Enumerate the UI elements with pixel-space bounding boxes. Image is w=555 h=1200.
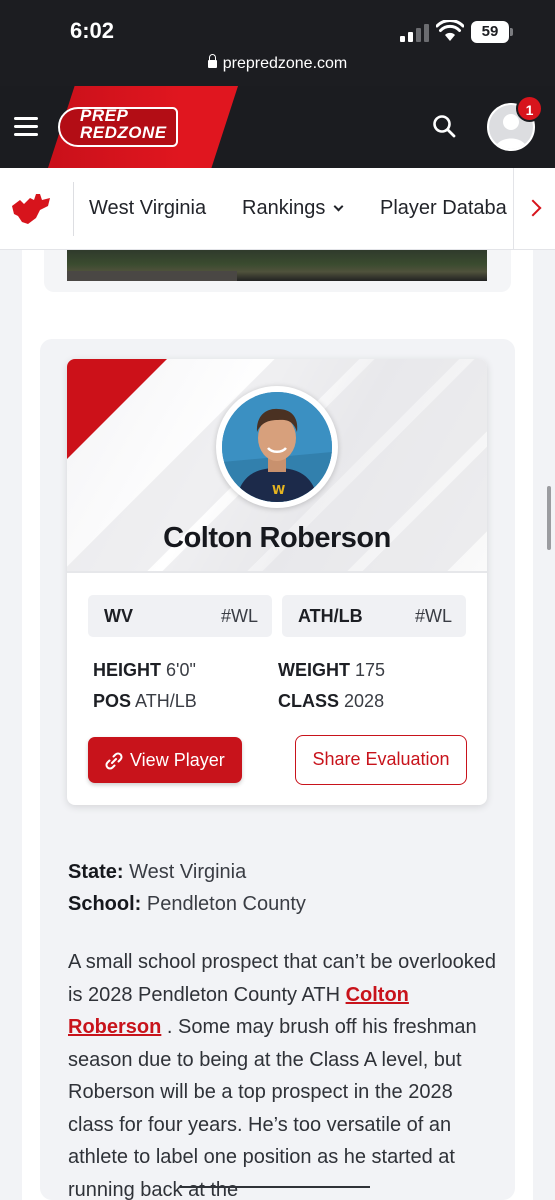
state-tag-rank: #WL [220, 606, 258, 626]
nav-rankings-label: Rankings [242, 197, 326, 219]
stat-height: HEIGHT 6'0" [93, 660, 196, 680]
player-portrait: W [222, 392, 332, 502]
view-player-label: View Player [130, 750, 225, 770]
state-rank-tag: WV #WL [88, 595, 272, 637]
scrollbar[interactable] [547, 486, 551, 550]
logo-text-redzone: REDZONE [80, 123, 167, 142]
red-corner-accent [67, 359, 167, 459]
notification-badge[interactable]: 1 [516, 95, 543, 122]
battery-tip [510, 28, 513, 36]
article-image [67, 250, 487, 281]
text-strikethrough [180, 1186, 370, 1188]
nav-west-virginia[interactable]: West Virginia [89, 197, 206, 220]
link-icon [105, 752, 123, 770]
cellular-signal-icon [400, 22, 430, 42]
west-virginia-map-icon[interactable] [10, 192, 52, 226]
info-state: State: West Virginia [68, 861, 247, 883]
site-header: PREP REDZONE 1 [0, 86, 555, 168]
player-photo: W [216, 386, 338, 508]
status-bar: 6:02 59 prepredzone.com [0, 0, 555, 86]
info-school: School: Pendleton County [68, 893, 306, 915]
position-rank-tag: ATH/LB #WL [282, 595, 466, 637]
nav-scroll-right-button[interactable] [513, 168, 555, 249]
hamburger-menu-icon[interactable] [14, 117, 38, 137]
stat-class: CLASS 2028 [278, 691, 385, 711]
search-icon[interactable] [432, 114, 456, 138]
share-evaluation-button[interactable]: Share Evaluation [295, 735, 467, 785]
player-card: W Colton Roberson WV #WL ATH/LB #WL HEIG… [67, 359, 487, 805]
wifi-icon [436, 20, 464, 41]
nav-rankings[interactable]: Rankings [242, 197, 344, 220]
clock: 6:02 [70, 18, 115, 43]
position-tag-rank: #WL [414, 606, 452, 626]
svg-text:W: W [272, 483, 285, 497]
divider [73, 182, 74, 236]
article-paragraph: A small school prospect that can’t be ov… [68, 951, 497, 1200]
stat-weight: WEIGHT 175 [278, 660, 386, 680]
chevron-right-icon [524, 199, 542, 217]
player-name: Colton Roberson [163, 522, 391, 554]
url-bar[interactable]: prepredzone.com [0, 54, 555, 73]
state-tag-label: WV [104, 606, 133, 626]
chevron-down-icon [333, 201, 344, 212]
position-tag-label: ATH/LB [298, 606, 363, 626]
battery-icon: 59 [471, 21, 509, 43]
sub-navigation: West Virginia Rankings Player Databa [0, 168, 555, 250]
player-card-hero: W Colton Roberson [67, 359, 487, 573]
nav-player-database[interactable]: Player Databa [380, 197, 507, 220]
url-text: prepredzone.com [222, 55, 348, 72]
lock-icon [207, 54, 217, 68]
stat-position: POS ATH/LB [93, 691, 197, 711]
view-player-button[interactable]: View Player [88, 737, 242, 783]
